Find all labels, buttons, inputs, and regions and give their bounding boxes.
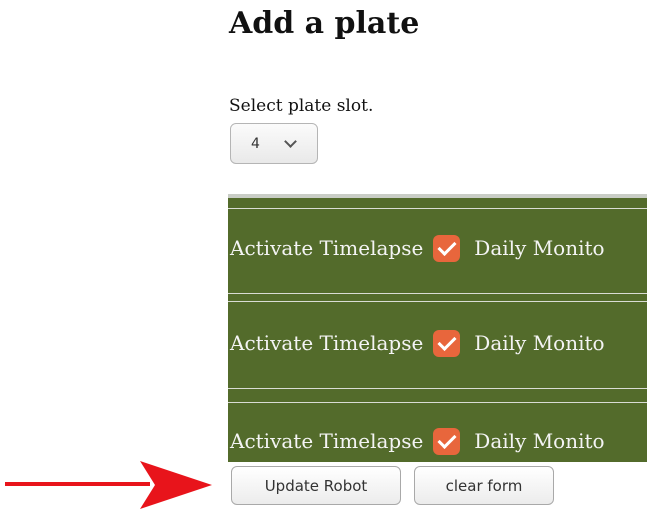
plate-row: Activate Timelapse Daily Monito — [230, 329, 605, 357]
activate-timelapse-label: Activate Timelapse — [230, 331, 424, 355]
plate-row: Activate Timelapse Daily Monito — [230, 234, 605, 262]
page-title: Add a plate — [229, 6, 420, 41]
activate-timelapse-checkbox[interactable] — [433, 234, 461, 262]
activate-timelapse-checkbox[interactable] — [433, 329, 461, 357]
divider — [228, 208, 647, 209]
activate-timelapse-label: Activate Timelapse — [230, 429, 424, 453]
panel-top-border — [228, 194, 647, 198]
chevron-down-icon — [284, 135, 297, 148]
daily-monitoring-label: Daily Monito — [474, 331, 605, 355]
daily-monitoring-label: Daily Monito — [474, 429, 605, 453]
plate-row: Activate Timelapse Daily Monito — [230, 427, 605, 455]
plate-options-panel: Activate Timelapse Daily Monito Activate… — [228, 194, 647, 462]
divider — [228, 293, 647, 294]
divider — [228, 402, 647, 403]
divider — [228, 388, 647, 389]
activate-timelapse-checkbox[interactable] — [433, 427, 461, 455]
red-arrow-icon — [5, 461, 212, 509]
slot-label: Select plate slot. — [229, 96, 374, 116]
plate-slot-select[interactable]: 4 — [230, 123, 318, 164]
update-robot-button[interactable]: Update Robot — [231, 466, 401, 505]
divider — [228, 301, 647, 302]
plate-slot-value: 4 — [251, 135, 260, 152]
activate-timelapse-label: Activate Timelapse — [230, 236, 424, 260]
clear-form-button[interactable]: clear form — [414, 466, 554, 505]
daily-monitoring-label: Daily Monito — [474, 236, 605, 260]
